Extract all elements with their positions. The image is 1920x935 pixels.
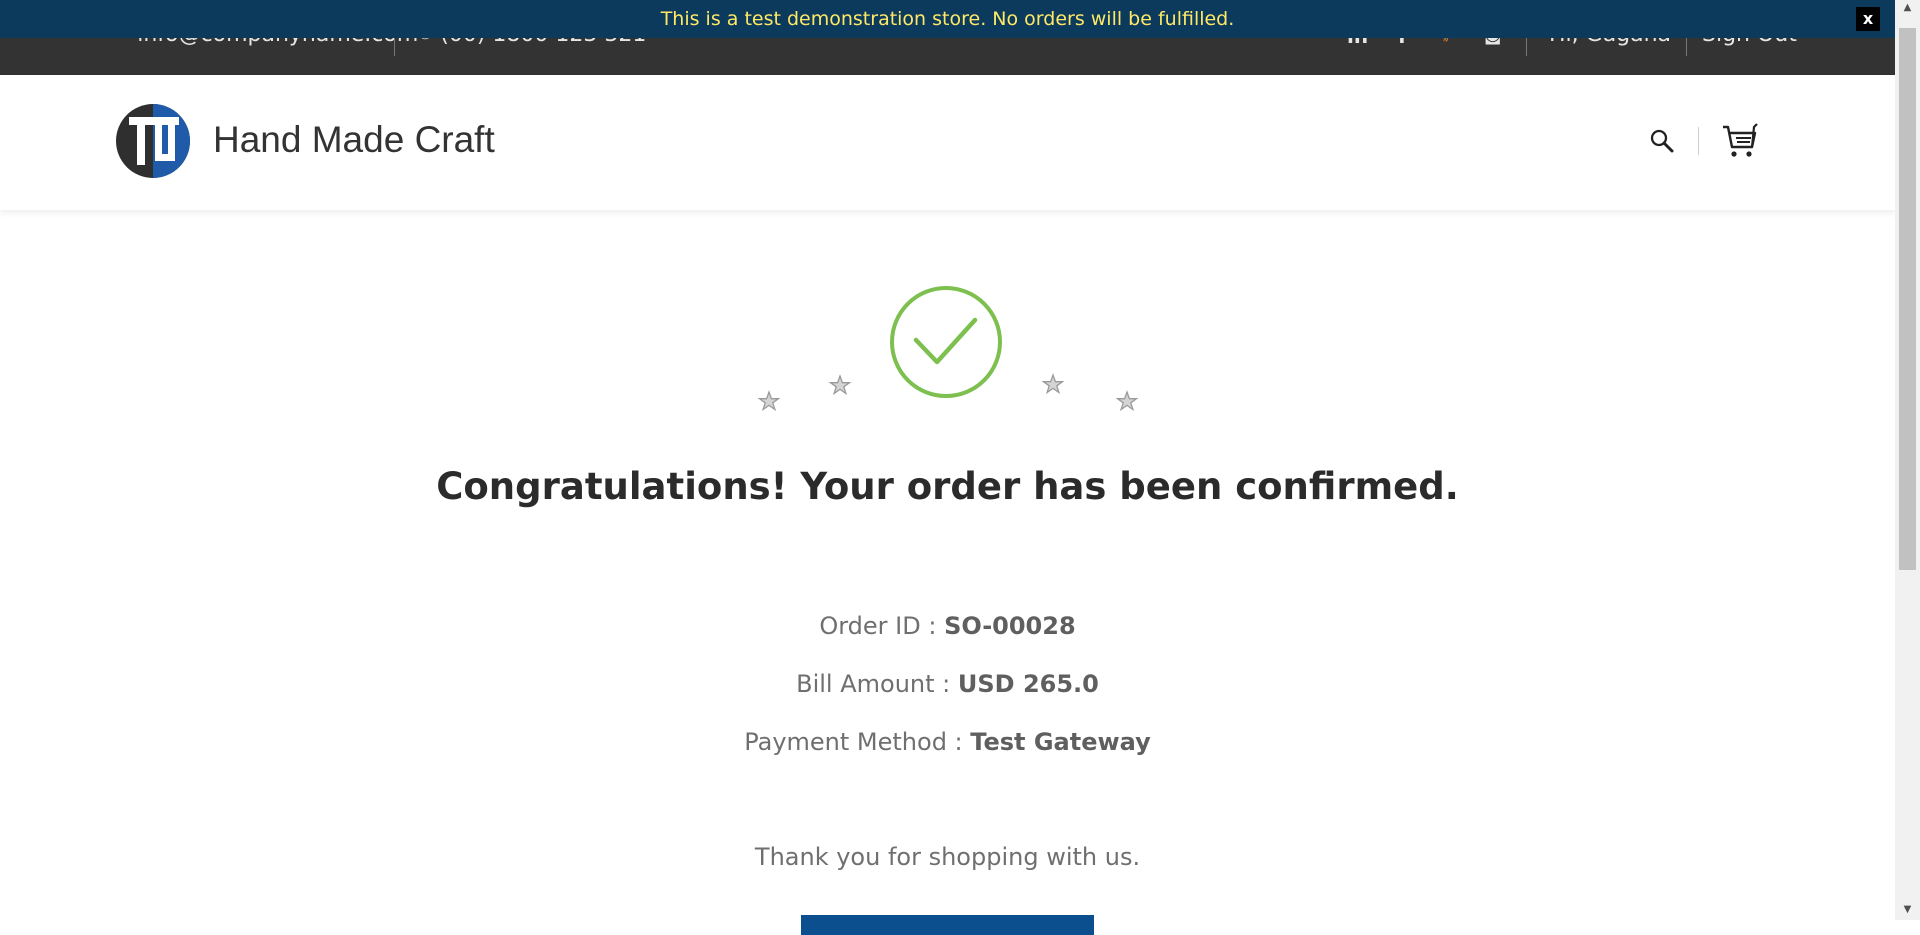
thank-you-message: Thank you for shopping with us. <box>754 843 1141 871</box>
success-illustration <box>757 286 1139 412</box>
scrollbar-thumb[interactable] <box>1899 28 1916 570</box>
star-icon <box>1041 373 1065 395</box>
bill-amount-label: Bill Amount : <box>796 670 958 698</box>
bill-amount-line: Bill Amount : USD 265.0 <box>0 670 1895 698</box>
payment-method-label: Payment Method : <box>744 728 971 756</box>
star-icon <box>828 374 852 396</box>
scroll-up-arrow-icon[interactable]: ▲ <box>1899 0 1916 16</box>
bill-amount-value: USD 265.0 <box>957 670 1099 698</box>
order-id-label: Order ID : <box>819 612 945 640</box>
continue-shopping-button[interactable] <box>801 915 1094 935</box>
scroll-down-arrow-icon[interactable]: ▼ <box>1899 902 1916 918</box>
payment-method-value: Test Gateway <box>970 728 1151 756</box>
order-id-line: Order ID : SO-00028 <box>0 612 1895 640</box>
payment-method-line: Payment Method : Test Gateway <box>0 728 1895 756</box>
star-icon <box>757 390 781 412</box>
star-icon <box>1115 390 1139 412</box>
check-circle-icon <box>890 286 1002 398</box>
confirmation-title: Congratulations! Your order has been con… <box>436 465 1459 508</box>
order-id-value: SO-00028 <box>944 612 1076 640</box>
